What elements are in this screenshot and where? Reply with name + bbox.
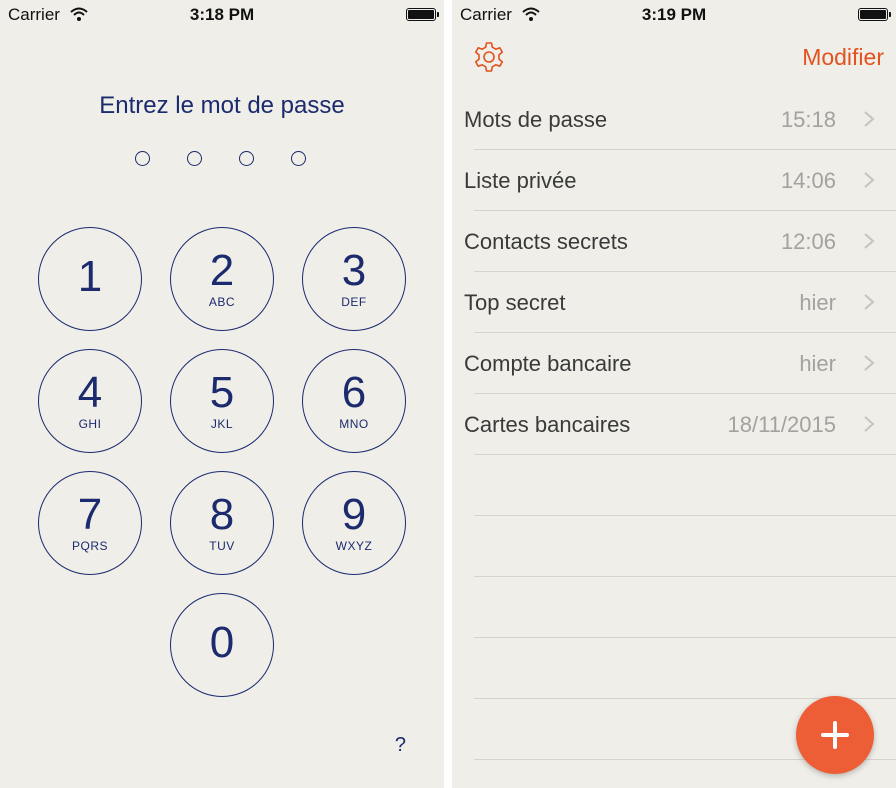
item-date: 15:18 — [780, 107, 836, 132]
key-digit: 5 — [209, 368, 235, 417]
chevron-right-icon — [864, 355, 875, 371]
gear-icon[interactable] — [472, 40, 506, 74]
chevron-right-icon — [864, 111, 875, 127]
key-digit: 4 — [77, 368, 103, 417]
key-1[interactable]: 1 — [38, 227, 142, 331]
empty-row-divider — [474, 637, 896, 638]
item-title: Liste privée — [464, 168, 577, 193]
key-letters: MNO — [339, 417, 369, 431]
passcode-prompt: Entrez le mot de passe — [99, 92, 345, 119]
key-5[interactable]: 5 JKL — [170, 349, 274, 453]
key-digit: 2 — [209, 246, 235, 295]
chevron-right-icon — [864, 233, 875, 249]
item-title: Cartes bancaires — [464, 412, 631, 437]
plus-icon — [821, 721, 849, 749]
item-date: 12:06 — [780, 229, 836, 254]
empty-row-divider — [474, 576, 896, 577]
key-digit: 9 — [341, 490, 367, 539]
passcode-dot — [187, 151, 202, 166]
lock-screen: Carrier 3:18 PM Entrez le mot de passe 1… — [0, 0, 444, 788]
key-2[interactable]: 2 ABC — [170, 227, 274, 331]
battery-icon — [406, 8, 439, 21]
key-letters: JKL — [210, 417, 234, 431]
list-item[interactable]: Cartes bancaires 18/11/2015 — [452, 393, 896, 454]
item-date: 18/11/2015 — [727, 412, 836, 437]
status-time: 3:19 PM — [641, 5, 707, 24]
key-0[interactable]: 0 — [170, 593, 274, 697]
item-title: Mots de passe — [464, 107, 608, 132]
item-date: 14:06 — [780, 168, 836, 193]
key-digit: 0 — [209, 618, 235, 667]
key-letters: DEF — [341, 295, 367, 309]
chevron-right-icon — [864, 294, 875, 310]
item-title: Compte bancaire — [464, 351, 632, 376]
list-item[interactable]: Liste privée 14:06 — [452, 149, 896, 210]
list-item[interactable]: Top secret hier — [452, 271, 896, 332]
key-letters: ABC — [208, 295, 236, 309]
row-divider — [474, 454, 896, 455]
key-letters: WXYZ — [335, 539, 373, 553]
key-9[interactable]: 9 WXYZ — [302, 471, 406, 575]
key-letters: PQRS — [71, 539, 108, 553]
key-4[interactable]: 4 GHI — [38, 349, 142, 453]
list-screen: Carrier 3:19 PM Modifier Mots de passe 1… — [452, 0, 896, 788]
item-title: Contacts secrets — [464, 229, 628, 254]
list-item[interactable]: Mots de passe 15:18 — [452, 88, 896, 149]
passcode-dot — [291, 151, 306, 166]
battery-icon — [858, 8, 891, 21]
key-digit: 1 — [77, 252, 103, 301]
list-item[interactable]: Compte bancaire hier — [452, 332, 896, 393]
chevron-right-icon — [864, 172, 875, 188]
key-8[interactable]: 8 TUV — [170, 471, 274, 575]
chevron-right-icon — [864, 416, 875, 432]
key-digit: 8 — [209, 490, 235, 539]
key-7[interactable]: 7 PQRS — [38, 471, 142, 575]
item-date: hier — [799, 351, 836, 376]
help-button[interactable]: ? — [395, 734, 406, 757]
add-item-button[interactable] — [796, 696, 874, 774]
key-3[interactable]: 3 DEF — [302, 227, 406, 331]
status-time: 3:18 PM — [189, 5, 255, 24]
key-letters: GHI — [78, 417, 102, 431]
status-bar: Carrier 3:19 PM — [452, 0, 896, 30]
passcode-dot — [239, 151, 254, 166]
passcode-dot — [135, 151, 150, 166]
key-digit: 7 — [77, 490, 103, 539]
empty-row-divider — [474, 515, 896, 516]
key-6[interactable]: 6 MNO — [302, 349, 406, 453]
status-bar: Carrier 3:18 PM — [0, 0, 444, 30]
item-date: hier — [799, 290, 836, 315]
item-title: Top secret — [464, 290, 566, 315]
key-digit: 6 — [341, 368, 367, 417]
list-item[interactable]: Contacts secrets 12:06 — [452, 210, 896, 271]
key-letters: TUV — [209, 539, 235, 553]
edit-button[interactable]: Modifier — [802, 44, 884, 71]
key-digit: 3 — [341, 246, 367, 295]
